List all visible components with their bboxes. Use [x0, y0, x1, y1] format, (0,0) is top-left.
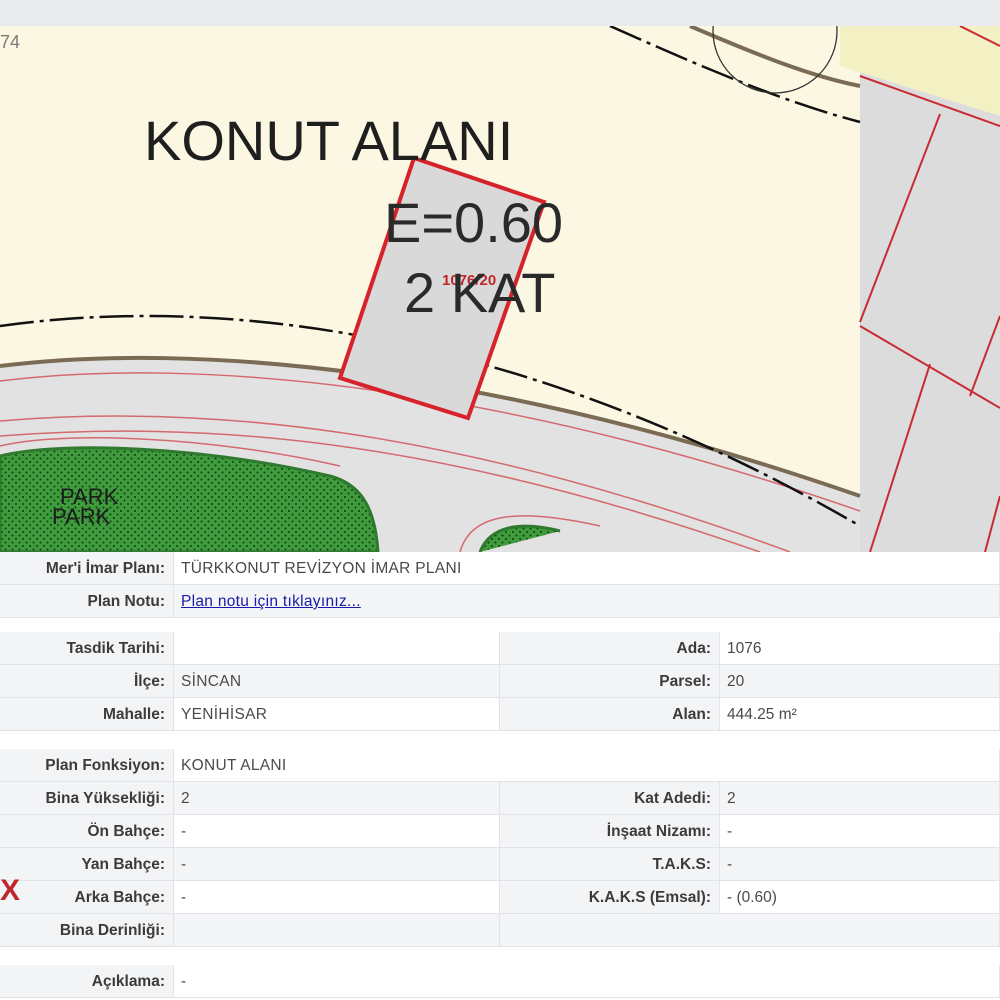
map-emsal-label: E=0.60 [384, 191, 564, 254]
front-yard-value: - [174, 815, 500, 848]
area-label: Alan: [500, 698, 720, 731]
plan-value: TÜRKKONUT REVİZYON İMAR PLANI [174, 552, 1000, 585]
map-park-label-shadow: PARK [52, 504, 111, 529]
separator [0, 947, 1000, 961]
front-yard-label: Ön Bahçe: [0, 815, 174, 848]
info-row-build-1: Bina Yüksekliği: 2 Kat Adedi: 2 [0, 782, 1000, 815]
zoning-map[interactable]: 74 KONUT ALANI E=0.60 1076/20 2 KAT PARK… [0, 26, 1000, 552]
info-row-location-2: İlçe: SİNCAN Parsel: 20 [0, 665, 1000, 698]
side-yard-label: Yan Bahçe: [0, 848, 174, 881]
description-label: Açıklama: [0, 965, 174, 998]
kaks-value: - (0.60) [720, 881, 1000, 914]
construction-order-label: İnşaat Nizamı: [500, 815, 720, 848]
plan-note-cell: Plan notu için tıklayınız... [174, 585, 1000, 618]
building-depth-label: Bina Derinliği: [0, 914, 174, 947]
approval-date-value [174, 632, 500, 665]
plan-function-label: Plan Fonksiyon: [0, 749, 174, 782]
plan-label: Mer'i İmar Planı: [0, 552, 174, 585]
district-value: SİNCAN [174, 665, 500, 698]
floor-count-label: Kat Adedi: [500, 782, 720, 815]
approval-date-label: Tasdik Tarihi: [0, 632, 174, 665]
info-row-build-3: Yan Bahçe: - T.A.K.S: - [0, 848, 1000, 881]
plan-note-label: Plan Notu: [0, 585, 174, 618]
building-height-value: 2 [174, 782, 500, 815]
info-row-location-3: Mahalle: YENİHİSAR Alan: 444.25 m² [0, 698, 1000, 731]
construction-order-value: - [720, 815, 1000, 848]
watermark-fragment: X [0, 874, 21, 907]
separator [0, 618, 1000, 632]
map-floors-label: 2 KAT [404, 261, 556, 324]
building-depth-value [174, 914, 500, 947]
back-yard-label: Arka Bahçe: [0, 881, 174, 914]
info-row-function: Plan Fonksiyon: KONUT ALANI [0, 749, 1000, 782]
parcel-value: 20 [720, 665, 1000, 698]
info-row-description: Açıklama: - [0, 965, 1000, 998]
block-label: Ada: [500, 632, 720, 665]
empty-cell [500, 914, 1000, 947]
parcel-info-panel: Mer'i İmar Planı: TÜRKKONUT REVİZYON İMA… [0, 552, 1000, 1000]
description-value: - [174, 965, 1000, 998]
info-row-plan-note: Plan Notu: Plan notu için tıklayınız... [0, 585, 1000, 618]
back-yard-value: - [174, 881, 500, 914]
separator [0, 731, 1000, 745]
taks-value: - [720, 848, 1000, 881]
side-yard-value: - [174, 848, 500, 881]
floor-count-value: 2 [720, 782, 1000, 815]
area-value: 444.25 m² [720, 698, 1000, 731]
plan-function-value: KONUT ALANI [174, 749, 1000, 782]
plan-note-link[interactable]: Plan notu için tıklayınız... [181, 593, 361, 610]
map-zone-title: KONUT ALANI [144, 109, 514, 172]
neighborhood-value: YENİHİSAR [174, 698, 500, 731]
info-row-build-2: Ön Bahçe: - İnşaat Nizamı: - [0, 815, 1000, 848]
info-row-build-4: Arka Bahçe: - K.A.K.S (Emsal): - (0.60) [0, 881, 1000, 914]
taks-label: T.A.K.S: [500, 848, 720, 881]
top-bar [0, 0, 1000, 26]
building-height-label: Bina Yüksekliği: [0, 782, 174, 815]
block-value: 1076 [720, 632, 1000, 665]
district-label: İlçe: [0, 665, 174, 698]
parcel-label: Parsel: [500, 665, 720, 698]
info-row-location-1: Tasdik Tarihi: Ada: 1076 [0, 632, 1000, 665]
kaks-label: K.A.K.S (Emsal): [500, 881, 720, 914]
info-row-plan: Mer'i İmar Planı: TÜRKKONUT REVİZYON İMA… [0, 552, 1000, 585]
map-sheet-number: 74 [0, 32, 21, 52]
info-row-build-5: Bina Derinliği: [0, 914, 1000, 947]
neighborhood-label: Mahalle: [0, 698, 174, 731]
